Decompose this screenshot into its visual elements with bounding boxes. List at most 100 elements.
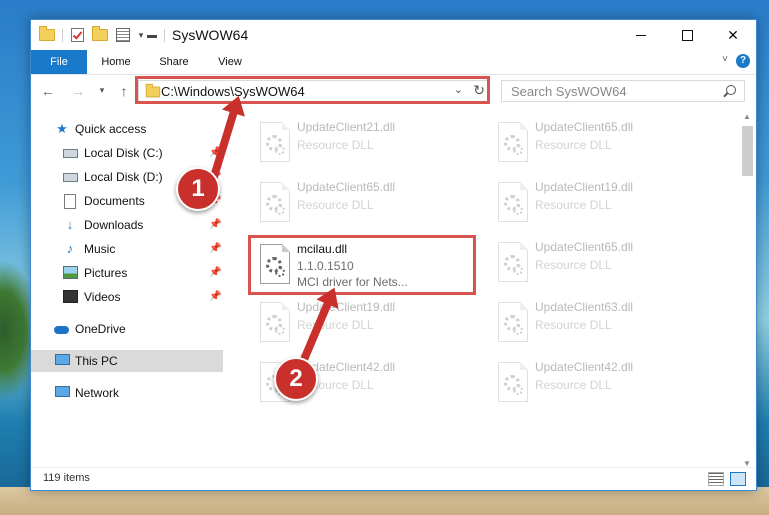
folder-icon bbox=[39, 26, 55, 43]
search-input[interactable]: Search SysWOW64 bbox=[511, 84, 627, 99]
dll-file-icon bbox=[498, 122, 528, 162]
properties-icon[interactable] bbox=[115, 27, 131, 43]
status-bar: 119 items bbox=[31, 467, 756, 490]
file-name: UpdateClient65.dll bbox=[297, 180, 396, 194]
pin-icon[interactable]: 📌 bbox=[209, 267, 221, 278]
close-icon: ✕ bbox=[727, 26, 739, 43]
tab-view[interactable]: View bbox=[207, 50, 253, 74]
forward-arrow-icon[interactable]: → bbox=[69, 83, 87, 99]
sidebar-item-this-pc[interactable]: This PC bbox=[31, 350, 223, 372]
item-count: 119 items bbox=[43, 472, 90, 484]
file-name: UpdateClient21.dll bbox=[297, 120, 396, 134]
sidebar-item-quick-access[interactable]: ★ Quick access bbox=[31, 118, 223, 140]
file-tile[interactable]: UpdateClient63.dll Resource DLL bbox=[484, 296, 714, 352]
maximize-button[interactable] bbox=[664, 20, 710, 50]
file-highlight bbox=[248, 235, 476, 295]
file-tile[interactable]: UpdateClient42.dll Resource DLL bbox=[484, 356, 714, 412]
drive-icon bbox=[63, 146, 78, 160]
divider bbox=[164, 29, 165, 42]
pin-icon[interactable]: 📌 bbox=[209, 219, 221, 230]
step-1-callout: 1 bbox=[176, 167, 220, 211]
downloads-icon: ↓ bbox=[66, 217, 74, 232]
properties-check-icon[interactable] bbox=[69, 27, 85, 43]
wallpaper-sand bbox=[0, 487, 769, 515]
collapse-ribbon-icon[interactable]: ˅ bbox=[722, 54, 728, 65]
vertical-scrollbar[interactable]: ▲ ▼ bbox=[739, 110, 756, 470]
navigation-pane: ★ Quick access Local Disk (C:) 📌 Local D… bbox=[31, 110, 223, 450]
window-title: SysWOW64 bbox=[172, 27, 249, 43]
minimize-button[interactable] bbox=[618, 20, 664, 50]
dll-file-icon bbox=[498, 182, 528, 222]
divider bbox=[62, 29, 63, 42]
back-arrow-icon[interactable]: ← bbox=[39, 83, 57, 99]
file-name: UpdateClient65.dll bbox=[535, 240, 634, 254]
sidebar-item-onedrive[interactable]: OneDrive bbox=[31, 318, 223, 340]
sidebar-item-label: Local Disk (C:) bbox=[84, 146, 163, 160]
search-box[interactable]: Search SysWOW64 bbox=[501, 80, 745, 102]
sidebar-item-network[interactable]: Network bbox=[31, 382, 223, 404]
sidebar-item-label: Videos bbox=[84, 290, 121, 304]
file-tile[interactable]: UpdateClient65.dll Resource DLL bbox=[484, 236, 714, 292]
file-description: Resource DLL bbox=[535, 138, 612, 152]
sidebar-item-videos[interactable]: Videos 📌 bbox=[31, 286, 223, 308]
dll-file-icon bbox=[498, 242, 528, 282]
file-tile[interactable]: UpdateClient19.dll Resource DLL bbox=[484, 176, 714, 232]
file-description: Resource DLL bbox=[535, 198, 612, 212]
file-tile[interactable]: UpdateClient19.dll Resource DLL bbox=[246, 296, 476, 352]
documents-icon bbox=[64, 194, 78, 209]
dll-file-icon bbox=[260, 302, 290, 342]
sidebar-item-downloads[interactable]: ↓ Downloads 📌 bbox=[31, 214, 223, 236]
this-pc-icon bbox=[55, 354, 70, 368]
sidebar-item-label: Pictures bbox=[84, 266, 128, 280]
tab-share[interactable]: Share bbox=[151, 50, 197, 74]
videos-icon bbox=[63, 290, 78, 304]
pin-icon[interactable]: 📌 bbox=[209, 243, 221, 254]
pictures-icon bbox=[63, 266, 78, 280]
file-description: Resource DLL bbox=[297, 138, 374, 152]
customize-toolbar-icon[interactable]: ▬ bbox=[144, 27, 160, 43]
sidebar-item-label: Network bbox=[75, 386, 120, 400]
sidebar-item-local-disk-c[interactable]: Local Disk (C:) 📌 bbox=[31, 142, 223, 164]
recent-locations-icon[interactable]: ▾ bbox=[93, 85, 111, 96]
file-description: Resource DLL bbox=[535, 318, 612, 332]
scroll-up-icon[interactable]: ▲ bbox=[743, 112, 751, 121]
sidebar-item-label: Music bbox=[84, 242, 116, 256]
close-button[interactable]: ✕ bbox=[710, 20, 756, 50]
scroll-thumb[interactable] bbox=[742, 126, 753, 176]
maximize-icon bbox=[681, 29, 693, 41]
sidebar-item-label: Local Disk (D:) bbox=[84, 170, 163, 184]
file-description: Resource DLL bbox=[297, 198, 374, 212]
large-icons-view-icon[interactable] bbox=[730, 472, 746, 486]
sidebar-item-label: OneDrive bbox=[75, 322, 126, 336]
network-icon bbox=[55, 386, 70, 400]
music-icon: ♪ bbox=[66, 241, 74, 256]
file-description: Resource DLL bbox=[535, 378, 612, 392]
sidebar-item-music[interactable]: ♪ Music 📌 bbox=[31, 238, 223, 260]
step-2-callout: 2 bbox=[274, 357, 318, 401]
file-name: UpdateClient19.dll bbox=[297, 300, 396, 314]
file-tile[interactable]: UpdateClient21.dll Resource DLL bbox=[246, 116, 476, 172]
new-folder-icon[interactable] bbox=[92, 26, 108, 43]
help-icon[interactable]: ? bbox=[736, 54, 750, 68]
sidebar-item-label: Quick access bbox=[75, 122, 147, 136]
dll-file-icon bbox=[260, 182, 290, 222]
file-name: UpdateClient63.dll bbox=[535, 300, 634, 314]
sidebar-item-pictures[interactable]: Pictures 📌 bbox=[31, 262, 223, 284]
dll-file-icon bbox=[498, 362, 528, 402]
details-view-icon[interactable] bbox=[708, 472, 724, 486]
tab-file[interactable]: File bbox=[31, 50, 87, 74]
file-tile[interactable]: UpdateClient65.dll Resource DLL bbox=[484, 116, 714, 172]
file-name: UpdateClient42.dll bbox=[535, 360, 634, 374]
drive-icon bbox=[63, 170, 78, 184]
search-icon[interactable] bbox=[726, 85, 736, 95]
pin-icon[interactable]: 📌 bbox=[209, 291, 221, 302]
tab-home[interactable]: Home bbox=[93, 50, 139, 74]
up-arrow-icon[interactable]: ↑ bbox=[115, 83, 133, 99]
file-tile[interactable]: UpdateClient65.dll Resource DLL bbox=[246, 176, 476, 232]
ribbon-tabs: File Home Share View ˅ ? bbox=[31, 50, 756, 75]
minimize-icon bbox=[636, 34, 646, 36]
address-bar-highlight bbox=[135, 76, 490, 104]
onedrive-icon bbox=[54, 322, 69, 336]
sidebar-item-label: Documents bbox=[84, 194, 145, 208]
sidebar-item-label: Downloads bbox=[84, 218, 144, 232]
